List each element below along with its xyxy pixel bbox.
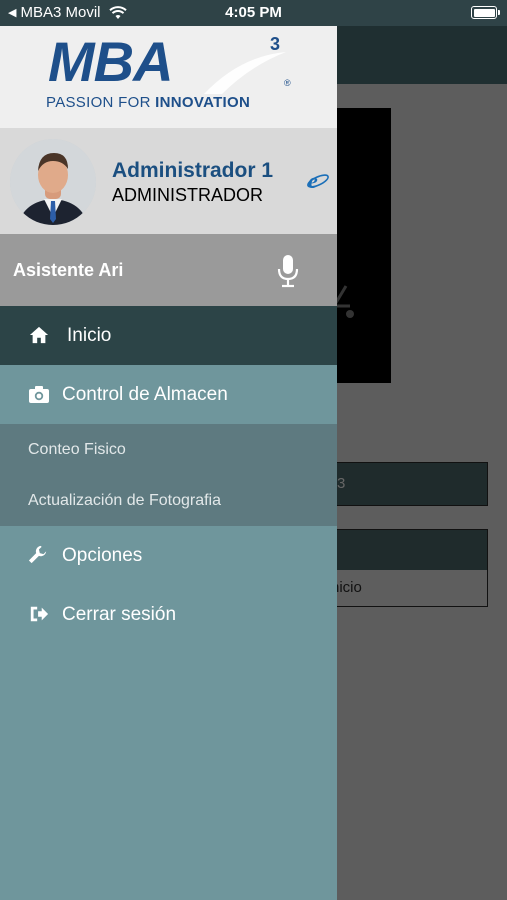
assistant-ari[interactable]: Asistente Ari [0, 234, 337, 306]
logo-tagline-bold: INNOVATION [155, 94, 251, 111]
background-card: nicio [330, 529, 488, 607]
logo: MBA 3 PASSION FOR INNOVATION ® [0, 26, 337, 128]
menu-item-inicio[interactable]: Inicio [0, 306, 337, 365]
sign-out-icon [30, 606, 49, 622]
wrench-icon [28, 545, 47, 564]
background-card-header [331, 530, 487, 570]
background-video [337, 108, 391, 383]
submenu-item-actualizacion-fotografia[interactable]: Actualización de Fotografia [0, 475, 337, 526]
menu-label-cerrar-sesion: Cerrar sesión [62, 603, 177, 625]
logo-wordmark: MBA [48, 30, 174, 93]
avatar [10, 139, 96, 225]
home-icon [29, 326, 49, 344]
menu-item-control-almacen[interactable]: Control de Almacen [0, 365, 337, 424]
background-field-text: 3 [337, 475, 346, 492]
submenu-label-actualizacion-fotografia: Actualización de Fotografia [28, 492, 221, 509]
status-bar: ◀ MBA3 Movil 4:05 PM [0, 0, 507, 26]
user-profile: Administrador 1 ADMINISTRADOR e [0, 128, 337, 234]
logo-superscript: 3 [270, 34, 281, 54]
camera-icon [29, 386, 49, 403]
user-role: ADMINISTRADOR [112, 185, 264, 205]
menu-label-control-almacen: Control de Almacen [62, 383, 228, 405]
submenu-control-almacen: Conteo Fisico Actualización de Fotografi… [0, 424, 337, 526]
logo-tagline: PASSION FOR INNOVATION [46, 94, 250, 111]
logo-swoosh-icon [204, 52, 286, 94]
menu-label-opciones: Opciones [62, 544, 143, 566]
background-card-body: nicio [331, 570, 487, 606]
clock: 4:05 PM [225, 4, 282, 21]
menu-item-opciones[interactable]: Opciones [0, 526, 337, 585]
logo-trademark: ® [284, 78, 291, 88]
submenu-item-conteo-fisico[interactable]: Conteo Fisico [0, 424, 337, 475]
side-drawer: MBA 3 PASSION FOR INNOVATION ® Administr… [0, 26, 337, 900]
background-field: 3 [330, 462, 488, 506]
internet-explorer-icon[interactable]: e [306, 168, 330, 192]
microphone-icon[interactable] [276, 254, 300, 288]
battery-icon [471, 6, 500, 19]
user-name: Administrador 1 [112, 159, 274, 182]
menu-label-inicio: Inicio [67, 324, 112, 346]
avatar-image [10, 139, 96, 225]
logo-tagline-regular: PASSION FOR [46, 94, 156, 111]
submenu-label-conteo-fisico: Conteo Fisico [28, 441, 126, 458]
menu-item-cerrar-sesion[interactable]: Cerrar sesión [0, 585, 337, 644]
assistant-label: Asistente Ari [13, 260, 124, 280]
